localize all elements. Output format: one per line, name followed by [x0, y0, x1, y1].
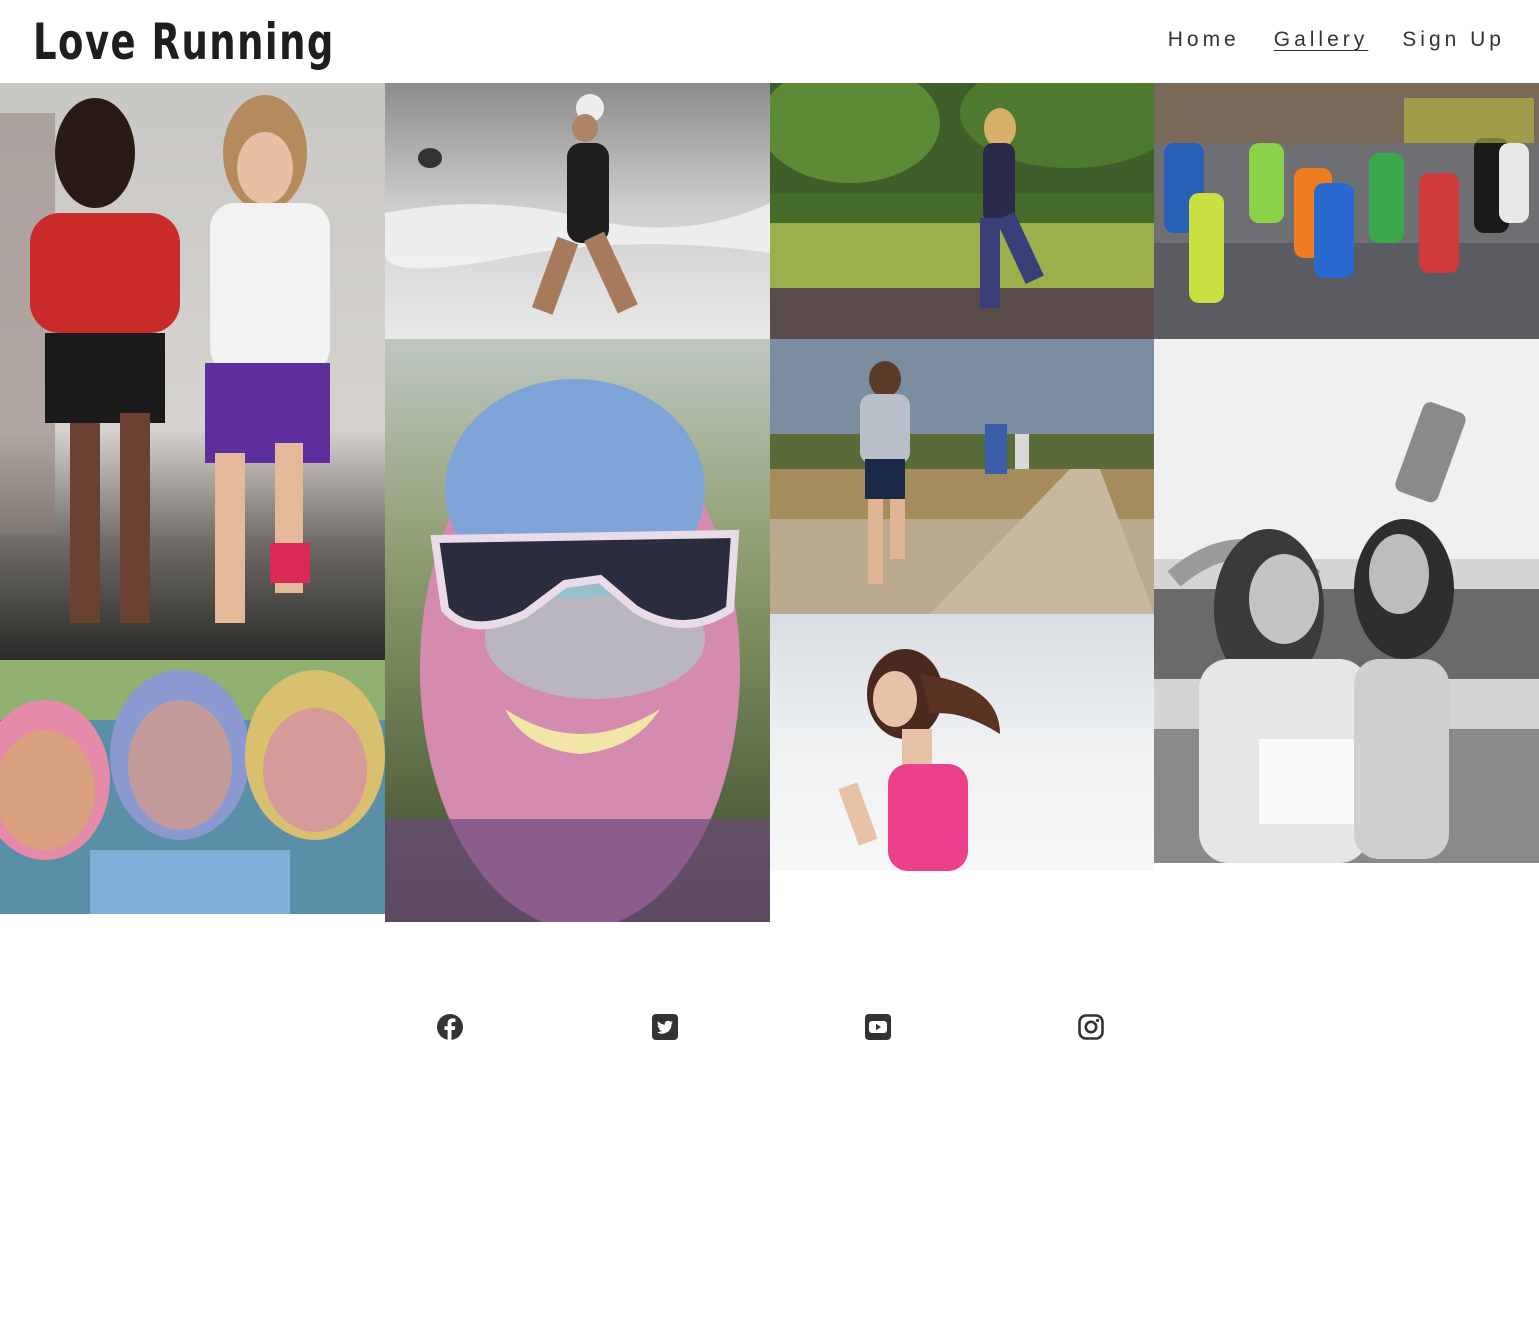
- gallery-photo-color-run-friends[interactable]: [0, 660, 385, 914]
- gallery-photo-track-runners[interactable]: [0, 83, 385, 660]
- gallery-photo-selfie-bw[interactable]: [1154, 339, 1539, 863]
- twitter-icon[interactable]: [651, 1013, 679, 1041]
- gallery-photo-triathlete-sea[interactable]: [385, 83, 770, 339]
- nav-item-home[interactable]: Home: [1168, 26, 1240, 54]
- main-nav: Home Gallery Sign Up: [1168, 26, 1505, 54]
- instagram-icon[interactable]: [1077, 1013, 1105, 1041]
- nav-item-sign-up[interactable]: Sign Up: [1402, 26, 1505, 54]
- gallery-photo-road-jogger[interactable]: [770, 83, 1154, 339]
- youtube-icon[interactable]: [864, 1013, 892, 1041]
- gallery-photo-color-powder-man[interactable]: [385, 339, 770, 922]
- nav-item-gallery[interactable]: Gallery: [1274, 26, 1369, 54]
- site-brand[interactable]: Love Running: [33, 10, 335, 74]
- site-header: Love Running Home Gallery Sign Up: [0, 0, 1539, 83]
- gallery-photo-dirt-road-runner[interactable]: [770, 339, 1154, 614]
- gallery-photo-beach-runner[interactable]: [770, 614, 1154, 871]
- facebook-icon[interactable]: [436, 1013, 464, 1041]
- gallery-photo-street-crowd[interactable]: [1154, 83, 1539, 339]
